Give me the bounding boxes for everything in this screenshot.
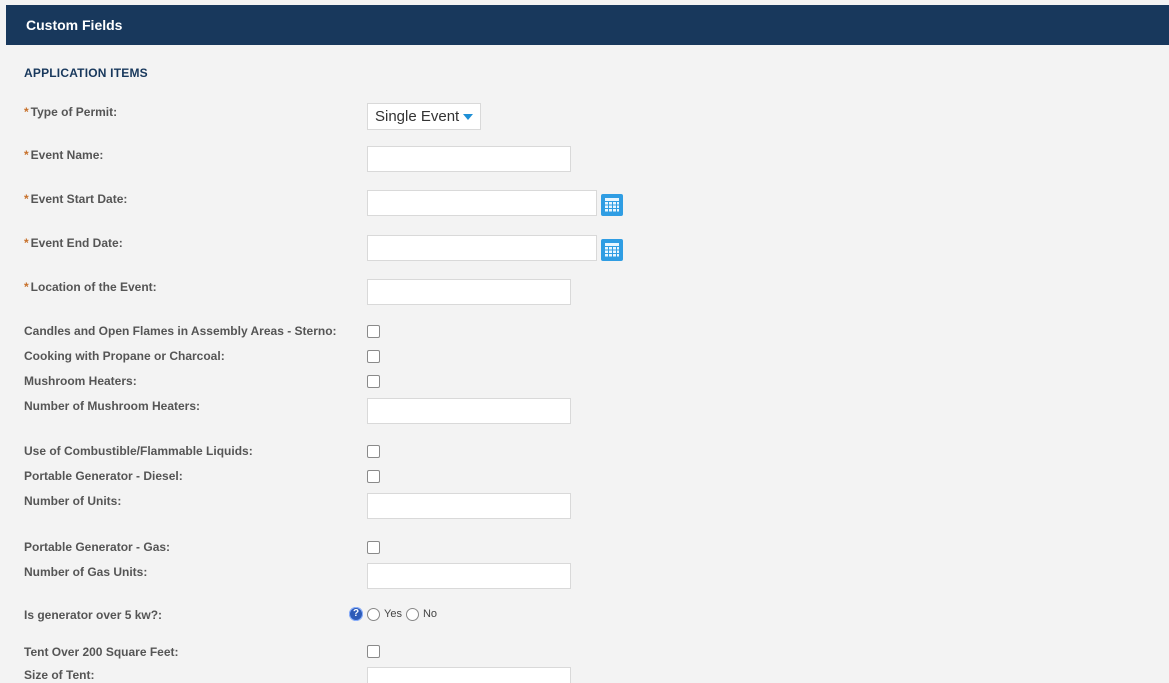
gen-over-5kw-radio-group: ? Yes No [349,606,437,622]
tent-checkbox[interactable] [367,645,380,658]
combustible-checkbox[interactable] [367,445,380,458]
section-title: APPLICATION ITEMS [24,66,148,80]
num-mushroom-heaters-label: Number of Mushroom Heaters: [24,399,201,413]
candles-label: Candles and Open Flames in Assembly Area… [24,324,337,338]
yes-radio[interactable] [367,607,380,621]
cooking-label: Cooking with Propane or Charcoal: [24,349,225,363]
num-units-label: Number of Units: [24,494,122,508]
type-of-permit-value: Single Event [375,108,460,125]
num-mushroom-heaters-input[interactable] [367,398,571,424]
panel-title: Custom Fields [26,17,123,33]
required-marker: * [24,236,29,250]
cooking-checkbox[interactable] [367,350,380,363]
required-marker: * [24,280,29,294]
no-radio-label: No [422,608,438,620]
tent-label: Tent Over 200 Square Feet: [24,645,179,659]
num-units-input[interactable] [367,493,571,519]
location-label: * Location of the Event: [24,280,157,294]
required-marker: * [24,192,29,206]
yes-radio-label: Yes [384,608,402,620]
custom-fields-panel: Custom Fields APPLICATION ITEMS * Type of… [0,0,1169,683]
combustible-label: Use of Combustible/Flammable Liquids: [24,444,253,458]
no-radio[interactable] [405,607,419,621]
chevron-down-icon [463,114,473,120]
num-gas-units-input[interactable] [367,563,571,589]
gen-diesel-checkbox[interactable] [367,470,380,483]
event-end-date-input[interactable] [367,235,597,261]
candles-checkbox[interactable] [367,325,380,338]
event-start-date-input[interactable] [367,190,597,216]
gen-diesel-label: Portable Generator - Diesel: [24,469,183,483]
event-name-input[interactable] [367,146,571,172]
event-start-date-label: * Event Start Date: [24,192,128,206]
mushroom-heaters-label: Mushroom Heaters: [24,374,137,388]
location-input[interactable] [367,279,571,305]
help-icon[interactable]: ? [349,607,363,621]
tent-size-input[interactable] [367,667,571,683]
calendar-icon[interactable] [601,239,623,261]
type-of-permit-select[interactable]: Single Event [367,103,481,130]
type-of-permit-label: * Type of Permit: [24,105,118,119]
required-marker: * [24,148,29,162]
event-end-date-label: * Event End Date: [24,236,123,250]
tent-size-label: Size of Tent: [24,668,95,682]
num-gas-units-label: Number of Gas Units: [24,565,148,579]
required-marker: * [24,105,29,119]
mushroom-heaters-checkbox[interactable] [367,375,380,388]
gen-gas-label: Portable Generator - Gas: [24,540,171,554]
gen-over-5kw-label: Is generator over 5 kw?: [24,608,163,622]
gen-gas-checkbox[interactable] [367,541,380,554]
calendar-icon[interactable] [601,194,623,216]
event-name-label: * Event Name: [24,148,104,162]
panel-header: Custom Fields [6,5,1169,45]
